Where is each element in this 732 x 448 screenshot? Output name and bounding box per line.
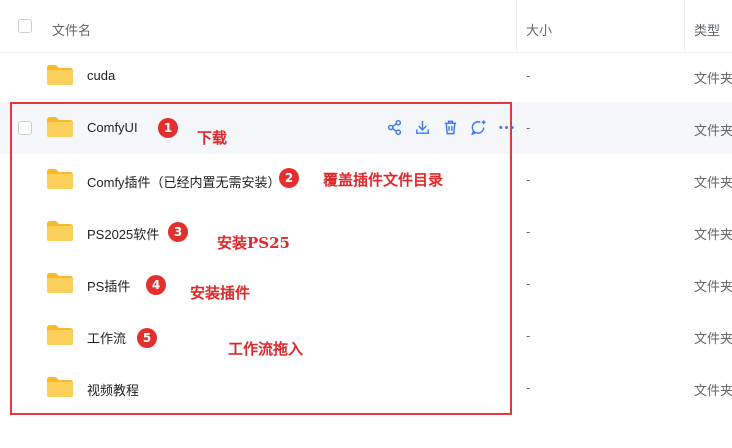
- annotation-badge: 3: [168, 222, 188, 242]
- file-name[interactable]: cuda: [87, 68, 115, 83]
- file-type: 文件夹: [694, 331, 732, 346]
- folder-icon: [47, 65, 73, 85]
- annotation-text: 工作流拖入: [228, 340, 304, 358]
- download-icon[interactable]: [414, 119, 431, 136]
- folder-icon: [47, 325, 73, 345]
- more-icon[interactable]: [498, 119, 515, 136]
- file-type: 文件夹: [694, 71, 732, 86]
- file-name[interactable]: PS2025软件: [87, 224, 159, 243]
- file-row-ps-plugins[interactable]: PS插件 - 文件夹: [0, 258, 732, 310]
- file-row-ps2025[interactable]: PS2025软件 - 文件夹: [0, 206, 732, 258]
- folder-icon: [47, 273, 73, 293]
- file-row-cuda[interactable]: cuda - 文件夹: [0, 50, 732, 102]
- file-size: -: [526, 172, 531, 187]
- annotation-badge: 2: [279, 168, 299, 188]
- file-name[interactable]: ComfyUI: [87, 120, 138, 135]
- annotation-badge: 5: [137, 328, 157, 348]
- file-size: -: [526, 68, 531, 83]
- file-row-video-tutorials[interactable]: 视频教程 - 文件夹: [0, 362, 732, 414]
- file-name[interactable]: PS插件: [87, 276, 130, 295]
- file-type: 文件夹: [694, 279, 732, 294]
- file-size: -: [526, 120, 531, 135]
- folder-icon: [47, 221, 73, 241]
- file-row-workflow[interactable]: 工作流 - 文件夹: [0, 310, 732, 362]
- comment-icon[interactable]: [470, 119, 487, 136]
- file-size: -: [526, 224, 531, 239]
- annotation-badge: 4: [146, 275, 166, 295]
- folder-icon: [47, 117, 73, 137]
- annotation-text: 安装插件: [190, 284, 251, 302]
- row-actions: [386, 118, 515, 136]
- file-list-header: 文件名 大小 类型: [0, 0, 732, 53]
- file-size: -: [526, 276, 531, 291]
- file-size: -: [526, 328, 531, 343]
- annotation-text: 下载: [197, 129, 228, 147]
- file-type: 文件夹: [694, 123, 732, 138]
- file-type: 文件夹: [694, 175, 732, 190]
- annotation-text: 安装PS25: [217, 234, 290, 252]
- file-name[interactable]: 视频教程: [87, 380, 139, 399]
- row-checkbox[interactable]: [18, 121, 32, 135]
- column-divider[interactable]: [684, 0, 685, 52]
- delete-icon[interactable]: [442, 119, 459, 136]
- share-icon[interactable]: [386, 119, 403, 136]
- column-header-type[interactable]: 类型: [694, 20, 720, 39]
- file-size: -: [526, 380, 531, 395]
- file-name[interactable]: 工作流: [87, 328, 126, 347]
- annotation-badge: 1: [158, 118, 178, 138]
- column-header-name[interactable]: 文件名: [52, 20, 91, 39]
- file-type: 文件夹: [694, 227, 732, 242]
- file-type: 文件夹: [694, 383, 732, 398]
- folder-icon: [47, 169, 73, 189]
- column-divider[interactable]: [516, 0, 517, 52]
- column-header-size[interactable]: 大小: [526, 20, 552, 39]
- file-name[interactable]: Comfy插件（已经内置无需安装）: [87, 172, 281, 191]
- file-row-comfyui[interactable]: ComfyUI - 文件夹: [0, 102, 732, 154]
- select-all-checkbox[interactable]: [18, 19, 32, 33]
- annotation-text: 覆盖插件文件目录: [323, 171, 444, 189]
- folder-icon: [47, 377, 73, 397]
